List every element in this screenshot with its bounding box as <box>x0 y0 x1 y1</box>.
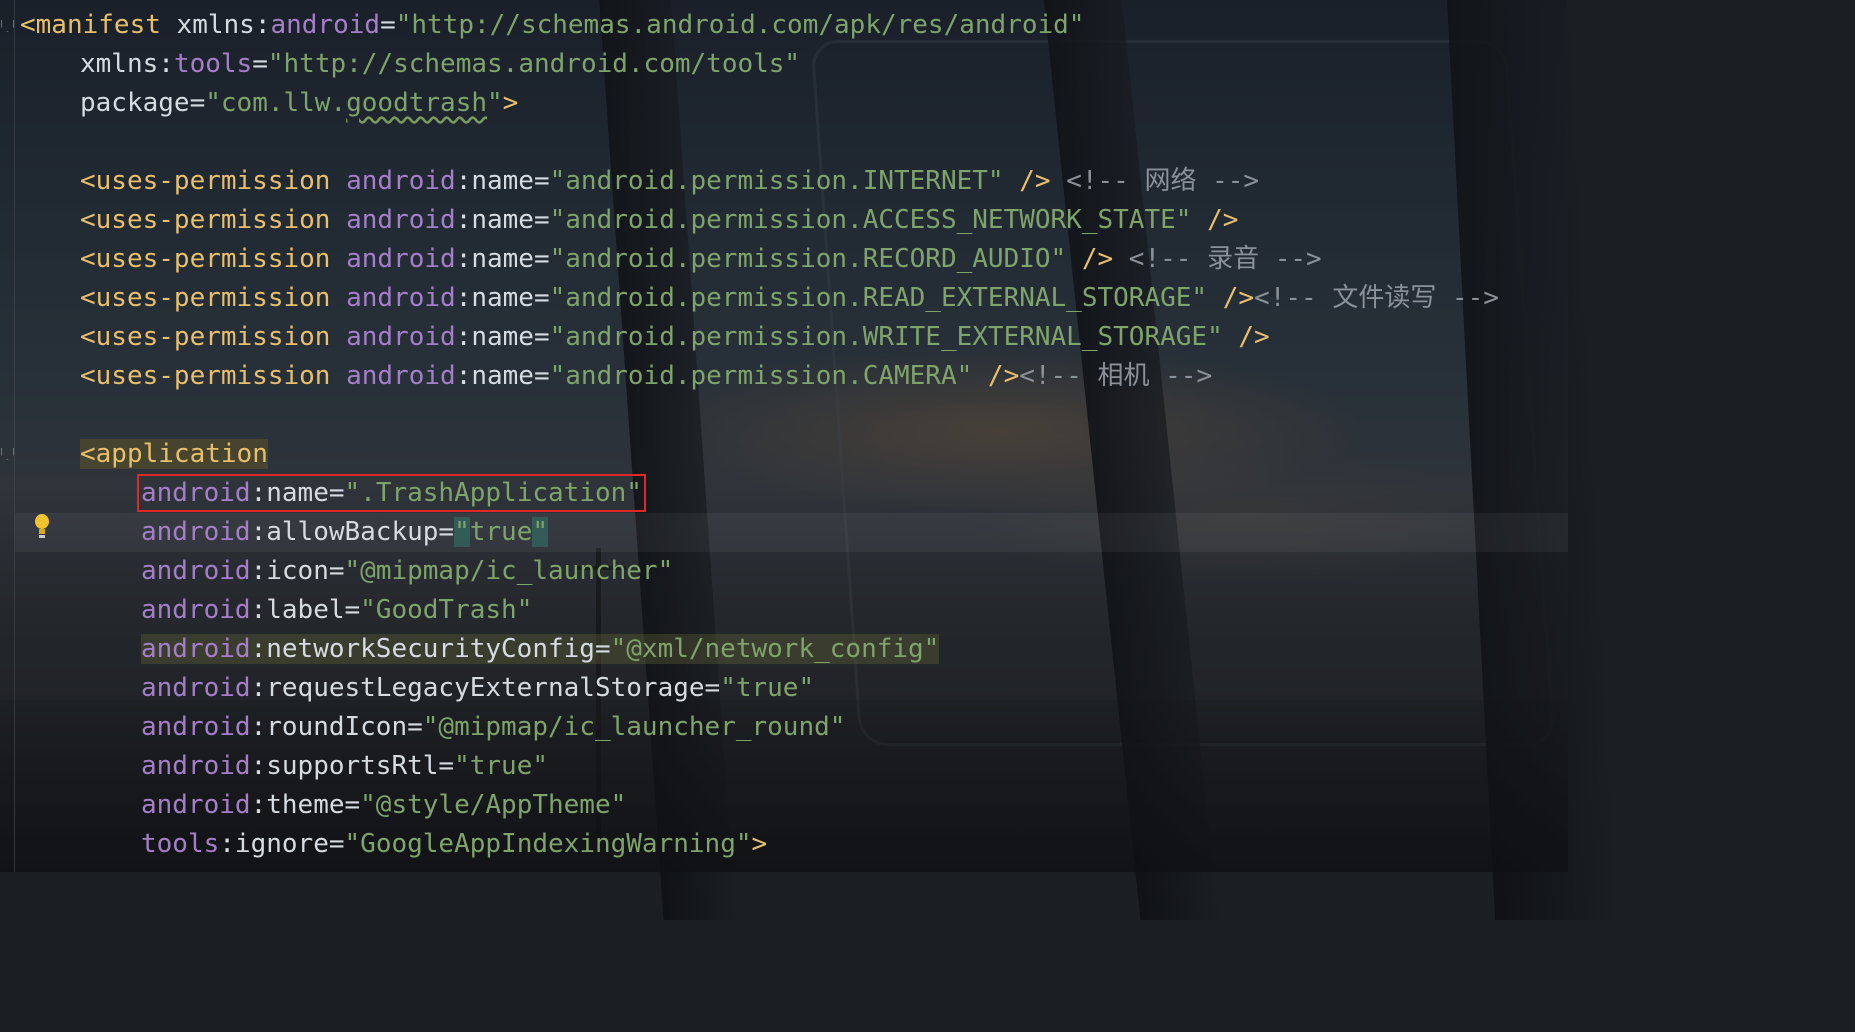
application-tag: <application <box>80 439 268 469</box>
code-line-xmlns-tools[interactable]: xmlns:tools="http://schemas.android.com/… <box>20 45 1499 84</box>
package-attr: package <box>80 88 190 118</box>
xmlns-android-value: "http://schemas.android.com/apk/res/andr… <box>395 10 1085 40</box>
permission-value: "android.permission.INTERNET" <box>549 166 1004 196</box>
xmlns-tools-value: "http://schemas.android.com/tools" <box>267 49 801 79</box>
permission-value: "android.permission.RECORD_AUDIO" <box>549 244 1067 274</box>
matched-quote: " <box>532 517 549 547</box>
code-line-permission[interactable]: <uses-permission android:name="android.p… <box>20 357 1499 396</box>
code-line-application-open[interactable]: <application <box>20 435 1499 474</box>
code-line-app-attr[interactable]: android:name=".TrashApplication" <box>20 474 1499 513</box>
code-line-permission[interactable]: <uses-permission android:name="android.p… <box>20 279 1499 318</box>
code-line-blank[interactable] <box>20 396 1499 435</box>
code-line-app-attr[interactable]: android:icon="@mipmap/ic_launcher" <box>20 552 1499 591</box>
xmlns-tools-name: tools <box>173 49 253 79</box>
code-line-app-attr[interactable]: android:roundIcon="@mipmap/ic_launcher_r… <box>20 708 1499 747</box>
permission-value: "android.permission.ACCESS_NETWORK_STATE… <box>549 205 1192 235</box>
code-line-app-attr[interactable]: android:allowBackup="true" <box>20 513 1499 552</box>
code-editor[interactable]: <manifest xmlns:android="http://schemas.… <box>20 6 1499 864</box>
permission-comment: <!-- 录音 --> <box>1113 244 1322 274</box>
code-line-permission[interactable]: <uses-permission android:name="android.p… <box>20 318 1499 357</box>
code-line-package[interactable]: package="com.llw.goodtrash"> <box>20 84 1499 123</box>
manifest-tag: <manifest <box>20 10 161 40</box>
matched-quote: " <box>454 517 470 547</box>
code-line-permission[interactable]: <uses-permission android:name="android.p… <box>20 240 1499 279</box>
permission-value: "android.permission.CAMERA" <box>549 361 973 391</box>
warning-highlight[interactable]: android:networkSecurityConfig="@xml/netw… <box>141 634 940 664</box>
code-line-manifest-open[interactable]: <manifest xmlns:android="http://schemas.… <box>20 6 1499 45</box>
code-line-app-attr[interactable]: android:requestLegacyExternalStorage="tr… <box>20 669 1499 708</box>
xmlns-android-name: android <box>270 10 381 40</box>
fold-marker-icon[interactable] <box>1 448 14 460</box>
permission-value: "android.permission.READ_EXTERNAL_STORAG… <box>549 283 1208 313</box>
code-line-app-attr[interactable]: tools:ignore="GoogleAppIndexingWarning"> <box>20 825 1499 864</box>
code-line-app-attr[interactable]: android:supportsRtl="true" <box>20 747 1499 786</box>
code-line-permission[interactable]: <uses-permission android:name="android.p… <box>20 201 1499 240</box>
highlighted-application-name: android:name=".TrashApplication" <box>137 474 646 512</box>
code-line-app-attr[interactable]: android:theme="@style/AppTheme" <box>20 786 1499 825</box>
permission-comment: <!-- 网络 --> <box>1050 166 1260 196</box>
code-line-app-attr[interactable]: android:networkSecurityConfig="@xml/netw… <box>20 630 1499 669</box>
code-line-blank[interactable] <box>20 123 1499 162</box>
fold-marker-icon[interactable] <box>1 20 14 32</box>
permission-comment: <!-- 相机 --> <box>1019 361 1213 391</box>
permission-value: "android.permission.WRITE_EXTERNAL_STORA… <box>549 322 1223 352</box>
editor-gutter[interactable] <box>0 0 15 872</box>
code-line-app-attr[interactable]: android:label="GoodTrash" <box>20 591 1499 630</box>
code-line-permission[interactable]: <uses-permission android:name="android.p… <box>20 162 1499 201</box>
xmlns-attr: xmlns <box>176 10 255 40</box>
package-name-typo-warning[interactable]: goodtrash <box>346 88 487 118</box>
permission-comment: <!-- 文件读写 --> <box>1254 283 1499 313</box>
